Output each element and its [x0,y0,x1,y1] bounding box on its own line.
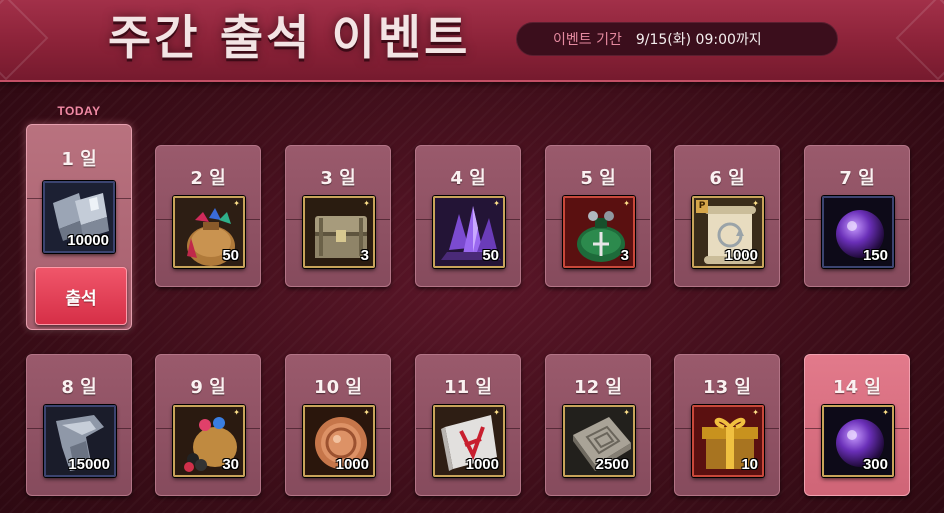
gem-pouch-icon: ✦ 50 [173,196,245,268]
reward-quantity: 50 [482,247,499,264]
day-label: 3 일 [320,168,356,189]
day-label: 13 일 [703,377,751,398]
day-label: 10 일 [314,377,362,398]
reward-quantity: 1000 [335,456,369,473]
reward-quantity: 1000 [465,456,499,473]
green-pouch-icon: ✦ 3 [563,196,635,268]
day-label: 1 일 [61,149,97,170]
event-period-label: 이벤트 기간 [553,32,622,48]
metal-scrap-icon: 15000 [44,405,116,477]
reward-quantity: 15000 [68,456,110,473]
day-label: 9 일 [190,377,226,398]
day-card-13: 13 일 ✦ 10 [674,354,780,496]
purple-orb-icon: 150 [822,196,894,268]
day-card-11: 11 일 ✦ 1000 [415,354,521,496]
today-label: TODAY [57,104,101,118]
bronze-coin-icon: ✦ 1000 [303,405,375,477]
reward-quantity: 1000 [724,247,758,264]
event-period-value: 9/15(화) 09:00까지 [635,32,762,48]
reward-quantity: 150 [862,247,888,264]
day-label: 2 일 [190,168,226,189]
day-label: 7 일 [839,168,875,189]
treasure-chest-icon: ✦ 3 [303,196,375,268]
day-card-1: 1 일 10000 출석 [26,124,132,330]
attend-button[interactable]: 출석 [35,267,127,325]
day-label: 4 일 [450,168,486,189]
stone-tablet-icon: ✦ 2500 [563,405,635,477]
reward-quantity: 2500 [595,456,629,473]
day-label: 5 일 [580,168,616,189]
reward-quantity: 10 [741,456,758,473]
header-ornament-left [0,0,49,81]
gift-box-icon: ✦ 10 [692,405,764,477]
day-card-3: 3 일 ✦ 3 [285,145,391,287]
day-card-4: 4 일 ✦ 50 [415,145,521,287]
reward-quantity: 30 [222,456,239,473]
day-label: 6 일 [709,168,745,189]
day-card-7: 7 일 150 [804,145,910,287]
reward-quantity: 50 [222,247,239,264]
purple-crystal-icon: ✦ 50 [433,196,505,268]
event-header: 주간 출석 이벤트 이벤트 기간 9/15(화) 09:00까지 [0,0,944,82]
purple-orb-icon: ✦ 300 [822,405,894,477]
red-rune-scroll-icon: ✦ 1000 [433,405,505,477]
day-card-6: 6 일 P ✦ 1000 [674,145,780,287]
event-period-pill: 이벤트 기간 9/15(화) 09:00까지 [516,22,838,56]
day-label: 8 일 [61,377,97,398]
day-label: 14 일 [833,377,881,398]
day-card-9: 9 일 ✦ 30 [155,354,261,496]
reward-quantity: 10000 [67,232,109,249]
reward-quantity: 300 [862,456,888,473]
event-title: 주간 출석 이벤트 [108,11,471,66]
header-ornament-right [895,0,944,81]
day-card-14: 14 일 ✦ 300 [804,354,910,496]
day-label: 12 일 [574,377,622,398]
reward-quantity: 3 [620,247,629,264]
premium-badge: P [696,200,708,213]
day-card-5: 5 일 ✦ 3 [545,145,651,287]
day-card-2: 2 일 ✦ 50 [155,145,261,287]
reward-quantity: 3 [360,247,369,264]
scroll-icon: P ✦ 1000 [692,196,764,268]
day-card-10: 10 일 ✦ 1000 [285,354,391,496]
day-card-8: 8 일 15000 [26,354,132,496]
day-card-12: 12 일 ✦ 2500 [545,354,651,496]
metal-ingot-icon: 10000 [43,181,115,253]
gem-bag-icon: ✦ 30 [173,405,245,477]
day-label: 11 일 [444,377,492,398]
